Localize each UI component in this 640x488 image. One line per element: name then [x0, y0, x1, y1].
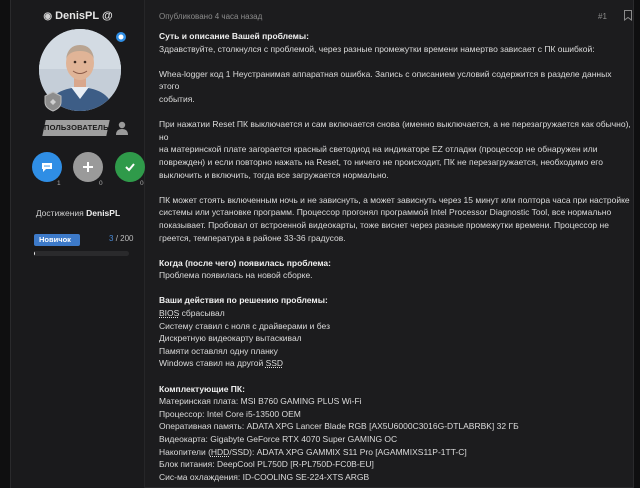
solutions-button[interactable]	[115, 152, 145, 182]
spec-item: Материнская плата: MSI B760 GAMING PLUS …	[159, 396, 362, 407]
post-paragraph: выключить и включить, тогда все загружае…	[159, 169, 389, 180]
post-paragraph: ПК может стоять включенным ночь и не зав…	[159, 194, 630, 205]
role-badge: ПОЛЬЗОВАТЕЛЬ	[42, 120, 110, 136]
solutions-count: 0	[140, 180, 144, 187]
online-indicator-icon	[114, 30, 128, 44]
user-profile-icon[interactable]	[114, 120, 130, 136]
online-status-icon: ◉	[43, 11, 53, 22]
reputation-count: 0	[99, 180, 103, 187]
post-paragraph: Whea-logger код 1 Неустранимая аппаратна…	[159, 68, 612, 92]
spec-item: Блок питания: DeepCool PL750D [R-PL750D-…	[159, 459, 374, 470]
forum-post: ◉ DenisPL @ ПОЛЬЗОВАТЕЛЬ 1 0 0 Достижени…	[10, 0, 634, 488]
spec-item: Накопители (HDD/SSD): ADATA XPG GAMMIX S…	[159, 446, 467, 457]
rank-shield-icon	[42, 90, 64, 112]
chat-icon	[42, 163, 52, 172]
rank-progress-text: 3 / 200	[109, 234, 134, 243]
bookmark-icon[interactable]	[624, 10, 632, 21]
action-item: Систему ставил с ноля с драйверами и без	[159, 320, 330, 331]
post-paragraph: поврежден) и если повторно нажать на Res…	[159, 156, 603, 167]
section-title-specs: Комплектующие ПК:	[159, 383, 245, 394]
actions-list: BIOS сбрасывал Систему ставил с ноля с др…	[159, 307, 631, 370]
rank-progress-bar	[34, 251, 129, 256]
glossary-term-link[interactable]: HDD	[211, 447, 229, 457]
spec-item: Оперативная память: ADATA XPG Lancer Bla…	[159, 421, 519, 432]
post-paragraph: системы или установке программ. Процессо…	[159, 207, 612, 218]
action-item: Windows ставил на другой SSD	[159, 358, 284, 369]
post-paragraph: Проблема появилась на новой сборке.	[159, 270, 313, 281]
post-number-link[interactable]: #1	[598, 12, 607, 21]
check-icon	[125, 163, 135, 172]
spec-item: Сис-ма охлаждения: ID-COOLING SE-224-XTS…	[159, 471, 370, 482]
post-paragraph: греется, температура в районе 33-36 град…	[159, 232, 346, 243]
plus-icon	[83, 162, 93, 172]
rank-progress-fill	[34, 251, 36, 256]
post-paragraph: При нажатии Reset ПК выключается и сам в…	[159, 119, 631, 142]
post-paragraph: показывает. Пробовал от встроенной видео…	[159, 219, 609, 230]
author-username[interactable]: ◉ DenisPL @	[11, 10, 145, 22]
post-body: Суть и описание Вашей проблемы: Здравств…	[159, 30, 631, 483]
post-paragraph: на материнской плате загорается красный …	[159, 144, 598, 155]
action-item: BIOS сбрасывал	[159, 308, 225, 319]
rank-label: Новичок	[34, 234, 80, 246]
post-paragraph: Здравствуйте, столкнулся с проблемой, че…	[159, 43, 595, 54]
mention-icon[interactable]: @	[102, 10, 113, 22]
post-paragraph: события.	[159, 93, 195, 104]
section-title-problem: Суть и описание Вашей проблемы:	[159, 31, 309, 41]
action-item: Памяти оставлял одну планку	[159, 345, 278, 356]
section-title-when: Когда (после чего) появилась проблема:	[159, 257, 331, 268]
posts-count: 1	[57, 180, 61, 187]
post-date[interactable]: Опубликовано 4 часа назад	[159, 12, 262, 21]
section-title-actions: Ваши действия по решению проблемы:	[159, 295, 328, 306]
glossary-term-link[interactable]: BIOS	[159, 308, 179, 318]
spec-item: Процессор: Intel Core i5-13500 OEM	[159, 408, 301, 419]
achievements-title[interactable]: Достижения DenisPL	[11, 208, 145, 218]
author-sidebar: ◉ DenisPL @ ПОЛЬЗОВАТЕЛЬ 1 0 0 Достижени…	[11, 0, 145, 488]
spec-item: Видеокарта: Gigabyte GeForce RTX 4070 Su…	[159, 434, 398, 444]
specs-list: Материнская плата: MSI B760 GAMING PLUS …	[159, 395, 631, 483]
posts-count-button[interactable]	[32, 152, 62, 182]
action-item: Дискретную видеокарту вытаскивал	[159, 333, 302, 344]
reputation-button[interactable]	[73, 152, 103, 182]
glossary-term-link[interactable]: SSD	[266, 358, 283, 368]
